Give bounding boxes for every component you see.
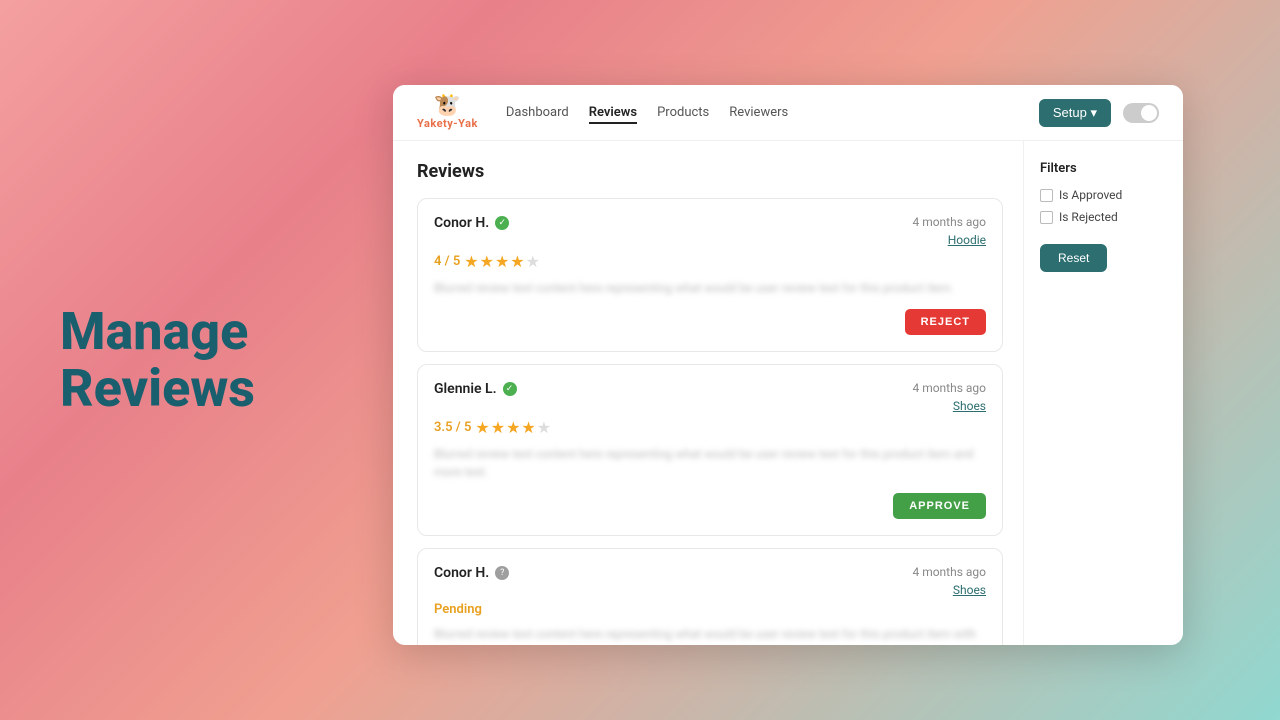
- reviewer-info: Conor H. ✓: [434, 215, 509, 231]
- nav-reviewers[interactable]: Reviewers: [729, 101, 788, 124]
- review-date: 4 months ago: [912, 215, 986, 229]
- review-actions: REJECT: [434, 309, 986, 335]
- review-date: 4 months ago: [912, 565, 986, 579]
- product-link[interactable]: Shoes: [953, 583, 986, 597]
- review-card: Conor H. ? 4 months ago Shoes Pending Bl…: [417, 548, 1003, 645]
- review-actions: APPROVE: [434, 493, 986, 519]
- verified-icon: ✓: [495, 216, 509, 230]
- pending-icon: ?: [495, 566, 509, 580]
- star-4: ★: [521, 418, 535, 437]
- status-pending: Pending: [434, 602, 482, 617]
- is-approved-checkbox[interactable]: [1040, 189, 1053, 202]
- review-card: Conor H. ✓ 4 months ago Hoodie 4 / 5 ★ ★…: [417, 198, 1003, 352]
- nav-reviews[interactable]: Reviews: [589, 101, 637, 124]
- setup-button[interactable]: Setup ▾: [1039, 99, 1111, 127]
- product-link[interactable]: Shoes: [953, 399, 986, 413]
- stars: ★ ★ ★ ★ ★: [475, 418, 551, 437]
- nav-dashboard[interactable]: Dashboard: [506, 101, 569, 124]
- review-header: Glennie L. ✓ 4 months ago Shoes: [434, 381, 986, 414]
- reviews-section: Reviews Conor H. ✓ 4 months ago Hoodie 4…: [393, 141, 1023, 645]
- reviewer-name: Conor H.: [434, 215, 489, 231]
- review-body: Blurred review text content here represe…: [434, 279, 986, 297]
- reviewer-name: Conor H.: [434, 565, 489, 581]
- nav-links: Dashboard Reviews Products Reviewers: [506, 101, 1039, 124]
- star-5: ★: [526, 252, 540, 271]
- rating-text: 3.5 / 5: [434, 420, 471, 435]
- filter-label-rejected: Is Rejected: [1059, 210, 1118, 224]
- star-5: ★: [537, 418, 551, 437]
- review-meta: 4 months ago Shoes: [912, 381, 986, 414]
- app-window: 🐮 Yakety-Yak Dashboard Reviews Products …: [393, 85, 1183, 645]
- logo-icon: 🐮: [434, 95, 461, 117]
- approve-button[interactable]: APPROVE: [893, 493, 986, 519]
- star-2: ★: [480, 252, 494, 271]
- star-2: ★: [491, 418, 505, 437]
- filters-title: Filters: [1040, 161, 1167, 176]
- rating-row: 4 / 5 ★ ★ ★ ★ ★: [434, 252, 986, 271]
- page-title: Reviews: [417, 161, 1003, 182]
- verified-icon: ✓: [503, 382, 517, 396]
- review-header: Conor H. ✓ 4 months ago Hoodie: [434, 215, 986, 248]
- reviewer-info: Glennie L. ✓: [434, 381, 517, 397]
- review-date: 4 months ago: [912, 381, 986, 395]
- star-3: ★: [495, 252, 509, 271]
- reset-button[interactable]: Reset: [1040, 244, 1107, 272]
- hero-text: Manage Reviews: [60, 303, 255, 417]
- rating-text: 4 / 5: [434, 254, 460, 269]
- review-card: Glennie L. ✓ 4 months ago Shoes 3.5 / 5 …: [417, 364, 1003, 536]
- star-3: ★: [506, 418, 520, 437]
- filter-option-rejected: Is Rejected: [1040, 210, 1167, 224]
- main-content: Reviews Conor H. ✓ 4 months ago Hoodie 4…: [393, 141, 1183, 645]
- star-1: ★: [475, 418, 489, 437]
- navbar: 🐮 Yakety-Yak Dashboard Reviews Products …: [393, 85, 1183, 141]
- rating-row: 3.5 / 5 ★ ★ ★ ★ ★: [434, 418, 986, 437]
- nav-right: Setup ▾: [1039, 99, 1159, 127]
- toggle-switch[interactable]: [1123, 103, 1159, 123]
- filter-label-approved: Is Approved: [1059, 188, 1122, 202]
- review-meta: 4 months ago Hoodie: [912, 215, 986, 248]
- logo-text: Yakety-Yak: [417, 117, 478, 130]
- nav-products[interactable]: Products: [657, 101, 709, 124]
- review-meta: 4 months ago Shoes: [912, 565, 986, 598]
- is-rejected-checkbox[interactable]: [1040, 211, 1053, 224]
- reject-button[interactable]: REJECT: [905, 309, 986, 335]
- review-body: Blurred review text content here represe…: [434, 445, 986, 481]
- review-header: Conor H. ? 4 months ago Shoes: [434, 565, 986, 598]
- product-link[interactable]: Hoodie: [948, 233, 986, 247]
- rating-row: Pending: [434, 602, 986, 617]
- reviewer-name: Glennie L.: [434, 381, 497, 397]
- star-1: ★: [464, 252, 478, 271]
- review-body: Blurred review text content here represe…: [434, 625, 986, 645]
- filter-option-approved: Is Approved: [1040, 188, 1167, 202]
- filters-sidebar: Filters Is Approved Is Rejected Reset: [1023, 141, 1183, 645]
- star-4: ★: [510, 252, 524, 271]
- logo: 🐮 Yakety-Yak: [417, 95, 478, 130]
- stars: ★ ★ ★ ★ ★: [464, 252, 540, 271]
- reviewer-info: Conor H. ?: [434, 565, 509, 581]
